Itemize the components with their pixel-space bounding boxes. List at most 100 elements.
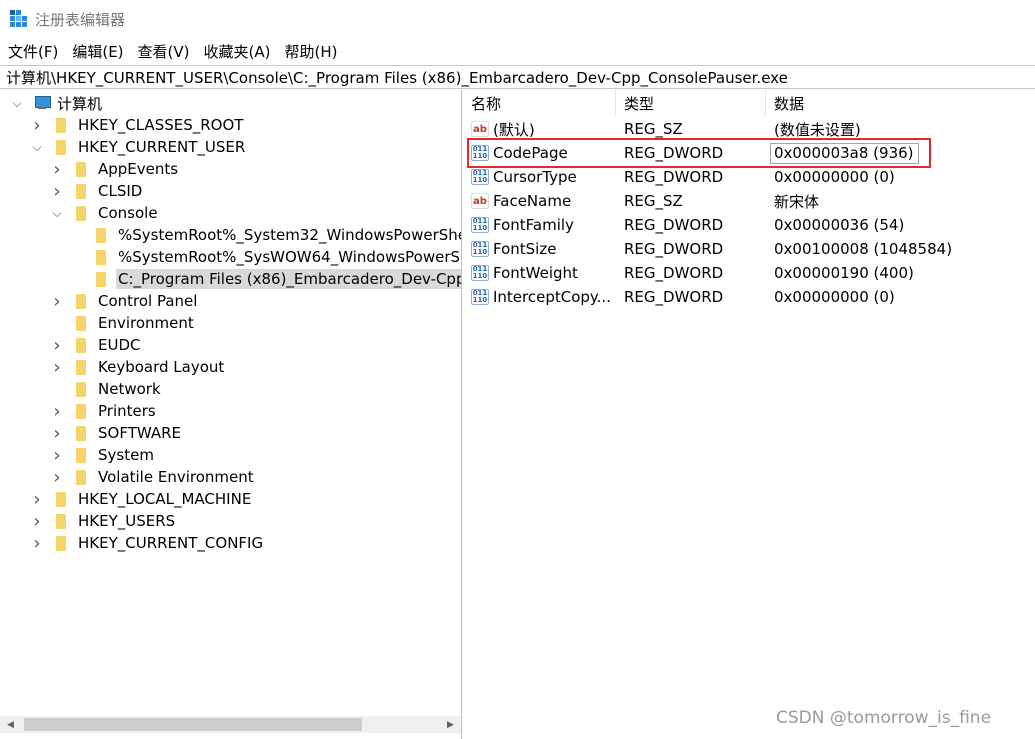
tree-item-label: AppEvents — [98, 160, 179, 178]
registry-editor-icon — [10, 10, 28, 28]
value-name-text: CursorType — [493, 168, 577, 186]
tree-item-label: Network — [98, 380, 161, 398]
tree-item[interactable]: › SOFTWARE — [50, 422, 183, 444]
value-name-text: InterceptCopy... — [493, 288, 611, 306]
list-header: 名称 类型 数据 — [463, 90, 1035, 116]
tree-item[interactable]: › Printers — [50, 400, 158, 422]
value-row[interactable]: 011 110 CursorType REG_DWORD 0x00000000 (0) — [463, 165, 1035, 189]
value-data-cell: 新宋体 — [774, 192, 820, 211]
tree-item[interactable]: › AppEvents — [50, 158, 180, 180]
chevron-right-icon[interactable]: › — [50, 445, 64, 466]
computer-icon — [34, 96, 51, 110]
chevron-down-icon[interactable]: ⌵ — [30, 140, 44, 154]
scroll-thumb[interactable] — [24, 718, 362, 731]
watermark: CSDN @tomorrow_is_fine — [776, 708, 992, 728]
tree-item[interactable]: ⌵ HKEY_CURRENT_USER — [30, 136, 247, 158]
key-tree-pane[interactable]: ⌵ 计算机 › HKEY_CLASSES_ROOT ⌵ HKEY_CURRENT_USER… — [0, 90, 462, 739]
tree-item[interactable]: › Control Panel — [50, 290, 199, 312]
scroll-right-icon[interactable]: ▶ — [442, 716, 459, 733]
column-name-header[interactable]: 名称 — [463, 90, 616, 116]
folder-icon — [74, 447, 88, 463]
chevron-right-icon[interactable]: › — [50, 401, 64, 422]
tree-item[interactable]: Network — [50, 378, 163, 400]
chevron-right-icon[interactable]: › — [30, 115, 44, 136]
value-row[interactable]: 011 110 FontSize REG_DWORD 0x00100008 (10485… — [463, 237, 1035, 261]
binary-value-icon: 011 110 — [471, 289, 489, 305]
tree-item[interactable]: › HKEY_LOCAL_MACHINE — [30, 488, 253, 510]
value-data-cell: 0x00100008 (1048584) — [774, 240, 953, 258]
folder-icon — [74, 205, 88, 221]
window-title: 注册表编辑器 — [35, 10, 126, 29]
tree-item[interactable]: ⌵ 计算机 — [10, 92, 104, 114]
chevron-right-icon[interactable]: › — [50, 181, 64, 202]
value-row[interactable]: ab (默认) REG_SZ (数值未设置) — [463, 117, 1035, 141]
value-row[interactable]: ab FaceName REG_SZ 新宋体 — [463, 189, 1035, 213]
menu-file[interactable]: 文件(F) — [8, 41, 58, 62]
chevron-down-icon[interactable]: ⌵ — [10, 96, 24, 110]
folder-icon — [54, 513, 68, 529]
value-row[interactable]: 011 110 CodePage REG_DWORD 0x000003a8 (936) — [463, 141, 1035, 165]
value-type-cell: REG_DWORD — [624, 240, 724, 258]
value-row[interactable]: 011 110 FontWeight REG_DWORD 0x00000190 (400… — [463, 261, 1035, 285]
chevron-right-icon[interactable]: › — [30, 533, 44, 554]
string-value-icon: ab — [471, 121, 489, 137]
tree-item-label: SOFTWARE — [98, 424, 182, 442]
tree-item[interactable]: %SystemRoot%_System32_WindowsPowerShell — [70, 224, 462, 246]
column-data-header[interactable]: 数据 — [766, 90, 1035, 116]
tree-item-label: Printers — [98, 402, 156, 420]
tree-item-label: EUDC — [98, 336, 141, 354]
tree-item[interactable]: › CLSID — [50, 180, 144, 202]
value-data-cell: 0x00000190 (400) — [774, 264, 914, 282]
tree-item-label: %SystemRoot%_System32_WindowsPowerShell — [118, 226, 462, 244]
chevron-down-icon[interactable]: ⌵ — [50, 206, 64, 220]
scroll-left-icon[interactable]: ◀ — [2, 716, 19, 733]
address-bar[interactable]: 计算机\HKEY_CURRENT_USER\Console\C:_Program… — [0, 65, 1035, 89]
tree-item[interactable]: › EUDC — [50, 334, 142, 356]
binary-value-icon: 011 110 — [471, 265, 489, 281]
tree-horizontal-scrollbar[interactable]: ◀ ▶ — [0, 716, 461, 733]
tree-item[interactable]: Environment — [50, 312, 196, 334]
menu-edit[interactable]: 编辑(E) — [72, 41, 123, 62]
column-type-header[interactable]: 类型 — [616, 90, 766, 116]
binary-value-icon: 011 110 — [471, 169, 489, 185]
tree-item[interactable]: › System — [50, 444, 156, 466]
menu-help[interactable]: 帮助(H) — [284, 41, 337, 62]
tree-item[interactable]: › HKEY_CURRENT_CONFIG — [30, 532, 265, 554]
value-type-cell: REG_DWORD — [624, 264, 724, 282]
tree-item[interactable]: › Keyboard Layout — [50, 356, 226, 378]
binary-value-icon: 011 110 — [471, 145, 489, 161]
menu-favorites[interactable]: 收藏夹(A) — [204, 41, 271, 62]
folder-icon — [74, 337, 88, 353]
value-list-pane[interactable]: 名称 类型 数据 ab (默认) REG_SZ (数值未设置) 011 110 CodePa… — [463, 90, 1035, 739]
menu-view[interactable]: 查看(V) — [138, 41, 190, 62]
tree-item[interactable]: › HKEY_USERS — [30, 510, 177, 532]
chevron-right-icon[interactable]: › — [50, 159, 64, 180]
value-type-cell: REG_SZ — [624, 120, 683, 138]
tree-item[interactable]: › Volatile Environment — [50, 466, 256, 488]
value-row[interactable]: 011 110 InterceptCopy... REG_DWORD 0x0000000… — [463, 285, 1035, 309]
chevron-right-icon[interactable]: › — [50, 291, 64, 312]
tree-item[interactable]: C:_Program Files (x86)_Embarcadero_Dev-C… — [70, 268, 461, 290]
chevron-right-icon[interactable]: › — [50, 357, 64, 378]
value-name-text: CodePage — [493, 144, 568, 162]
value-name-text: FontFamily — [493, 216, 574, 234]
tree-item[interactable]: › HKEY_CLASSES_ROOT — [30, 114, 245, 136]
tree-item[interactable]: %SystemRoot%_SysWOW64_WindowsPowerShe — [70, 246, 462, 268]
tree-item-label: %SystemRoot%_SysWOW64_WindowsPowerShe — [118, 248, 462, 266]
folder-icon — [74, 403, 88, 419]
tree-item-label: 计算机 — [57, 94, 103, 113]
chevron-right-icon[interactable]: › — [50, 467, 64, 488]
tree-item-label: HKEY_USERS — [78, 512, 176, 530]
folder-icon — [74, 469, 88, 485]
chevron-right-icon[interactable]: › — [30, 511, 44, 532]
folder-icon — [74, 315, 88, 331]
string-value-icon: ab — [471, 193, 489, 209]
tree-item-label: Environment — [98, 314, 194, 332]
tree-item[interactable]: ⌵ Console — [50, 202, 160, 224]
chevron-right-icon[interactable]: › — [50, 335, 64, 356]
folder-icon — [74, 183, 88, 199]
menu-bar: 文件(F) 编辑(E) 查看(V) 收藏夹(A) 帮助(H) — [0, 38, 1035, 64]
chevron-right-icon[interactable]: › — [30, 489, 44, 510]
value-row[interactable]: 011 110 FontFamily REG_DWORD 0x00000036 (54) — [463, 213, 1035, 237]
chevron-right-icon[interactable]: › — [50, 423, 64, 444]
